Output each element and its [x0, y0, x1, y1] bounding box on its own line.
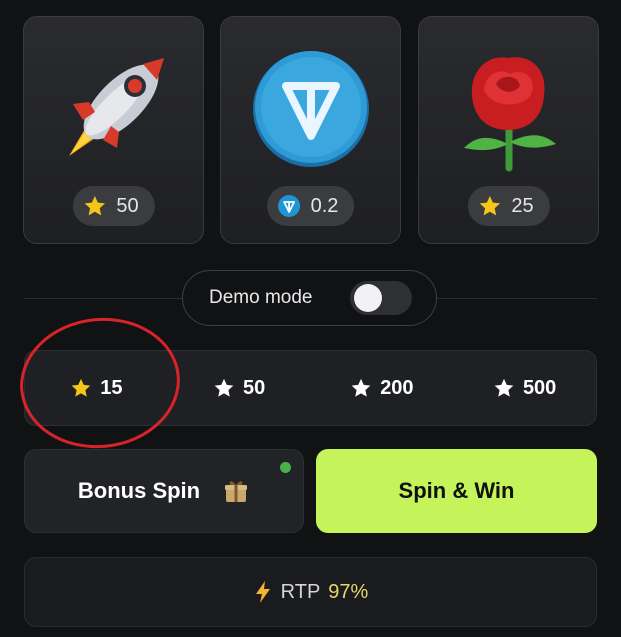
- bet-value: 200: [380, 376, 414, 399]
- star-icon: [351, 378, 371, 397]
- rtp-value: 97%: [328, 580, 369, 603]
- prize-price: 25: [511, 194, 534, 217]
- bet-option-200[interactable]: 200: [311, 351, 454, 425]
- star-icon: [479, 196, 500, 216]
- lightning-icon: [255, 581, 270, 603]
- bet-option-15[interactable]: 15: [25, 351, 168, 425]
- demo-mode-toggle[interactable]: [350, 281, 412, 315]
- prize-price: 0.2: [310, 194, 339, 217]
- bet-selector: 15 50 200 500: [24, 350, 597, 426]
- bonus-spin-label: Bonus Spin: [77, 478, 201, 503]
- prize-card-rose[interactable]: 25: [418, 16, 599, 244]
- rtp-info: RTP 97%: [24, 557, 597, 627]
- demo-mode-label: Demo mode: [209, 287, 313, 308]
- bet-value: 500: [522, 376, 557, 399]
- bet-option-50[interactable]: 50: [168, 351, 311, 425]
- rose-icon: [419, 39, 598, 179]
- bonus-spin-button[interactable]: Bonus Spin: [24, 449, 304, 533]
- prize-price: 50: [116, 194, 139, 217]
- spin-and-win-button[interactable]: Spin & Win: [316, 449, 597, 533]
- star-icon: [71, 378, 91, 397]
- star-icon: [494, 378, 514, 397]
- notification-dot: [280, 462, 291, 473]
- rtp-label: RTP: [280, 580, 321, 603]
- demo-mode-control: Demo mode: [182, 270, 437, 326]
- bet-value: 15: [100, 376, 123, 399]
- price-pill: 0.2: [266, 186, 355, 226]
- price-pill: 50: [72, 186, 155, 226]
- star-icon: [214, 378, 234, 397]
- prize-card-ton[interactable]: 0.2: [220, 16, 401, 244]
- prize-card-rocket[interactable]: 50: [23, 16, 204, 244]
- bet-option-500[interactable]: 500: [453, 351, 596, 425]
- spin-label: Spin & Win: [398, 478, 515, 503]
- star-icon: [84, 196, 105, 216]
- bet-value: 50: [243, 376, 266, 399]
- ton-icon: [277, 195, 300, 217]
- ton-coin-icon: [221, 39, 400, 179]
- toggle-knob: [354, 284, 382, 312]
- gift-icon: [225, 481, 248, 502]
- price-pill: 25: [467, 186, 550, 226]
- rocket-icon: [24, 39, 203, 179]
